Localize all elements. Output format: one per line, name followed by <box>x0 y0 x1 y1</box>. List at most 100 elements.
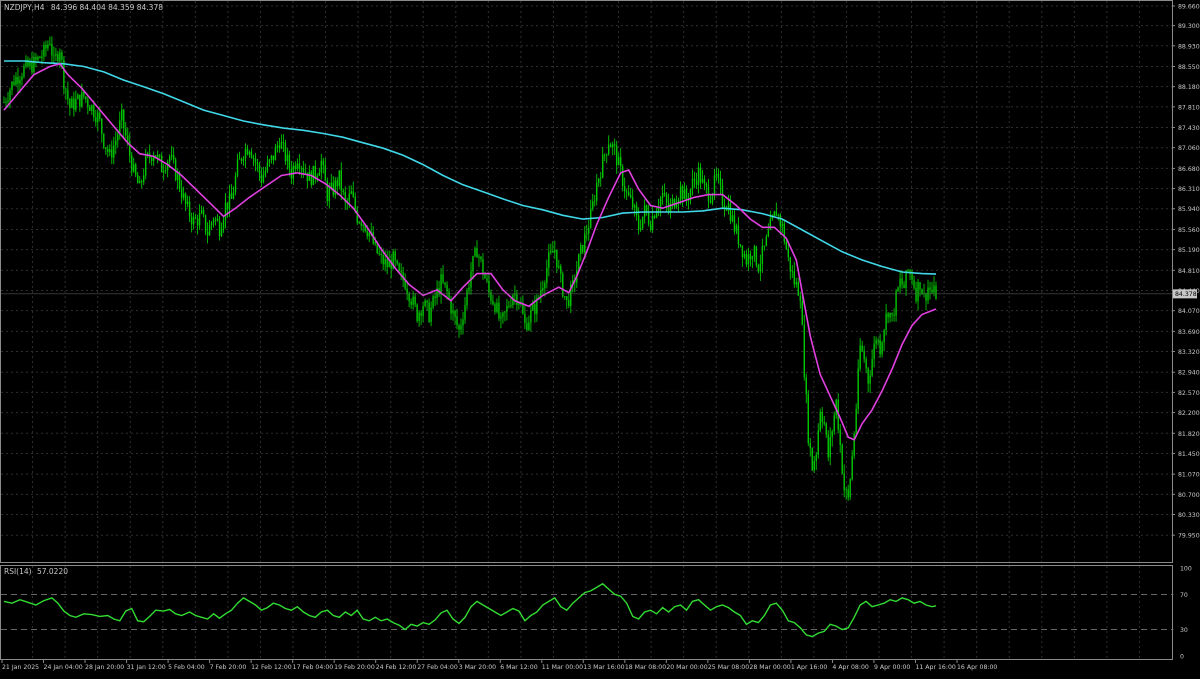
trading-chart[interactable]: 89.660 89.300 88.930 88.550 88.180 87.810 87.4… <box>0 0 1200 675</box>
time-tick-label: 7 Feb 20:00 <box>210 664 247 671</box>
candle-body <box>252 157 255 159</box>
time-tick-label: 9 Apr 00:00 <box>874 664 910 671</box>
candle-body <box>745 254 748 265</box>
candle-body <box>552 250 554 253</box>
candle-body <box>326 180 329 202</box>
candle-body <box>43 44 45 57</box>
candle-body <box>871 358 873 376</box>
candle-body <box>188 201 191 217</box>
candle-body <box>879 339 881 355</box>
candle-body <box>170 155 173 157</box>
candle-body <box>699 167 702 183</box>
candle-body <box>859 345 861 369</box>
candle-body <box>137 175 139 184</box>
time-tick-label: 12 Feb 12:00 <box>251 664 292 671</box>
candle-body <box>825 423 827 435</box>
candle-body <box>606 154 608 156</box>
candle-body <box>851 455 853 480</box>
candle-body <box>869 375 871 384</box>
candle-body <box>21 76 23 81</box>
candle-body <box>328 188 331 202</box>
candle-body <box>176 174 179 180</box>
candle-body <box>478 256 480 258</box>
candle-body <box>5 102 7 103</box>
candle-body <box>534 304 536 315</box>
candle-body <box>37 56 39 60</box>
candle-body <box>55 54 57 56</box>
candle-body <box>496 302 498 312</box>
candle-body <box>865 359 867 369</box>
candle-body <box>184 193 187 204</box>
candle-body <box>250 151 253 158</box>
price-tick-label: 85.940 <box>1178 206 1200 213</box>
price-tick-label: 85.190 <box>1178 247 1200 254</box>
time-tick-label: 3 Mar 20:00 <box>459 664 496 671</box>
candle-body <box>598 178 600 183</box>
candle-body <box>761 246 764 264</box>
candle-body <box>877 339 879 341</box>
candle-body <box>815 454 817 462</box>
candle-body <box>813 461 815 471</box>
candle-body <box>857 368 859 409</box>
candle-body <box>490 291 492 301</box>
candle-body <box>913 280 915 288</box>
time-tick-label: 24 Feb 12:00 <box>376 664 417 671</box>
candle-body <box>556 249 558 268</box>
candle-body <box>582 245 584 253</box>
rsi-header: RSI(14) 57.0220 <box>4 567 68 576</box>
candle-body <box>476 248 478 258</box>
candle-body <box>458 325 460 330</box>
price-tick-label: 85.560 <box>1178 227 1200 234</box>
candle-body <box>861 345 863 351</box>
time-tick-label: 28 Jan 20:00 <box>85 664 124 671</box>
candle-body <box>39 56 41 59</box>
candle-body <box>464 305 466 320</box>
candle-body <box>442 274 444 283</box>
candle-body <box>524 313 526 324</box>
candle-body <box>462 319 464 326</box>
candle-body <box>769 219 772 230</box>
candle-body <box>200 210 203 214</box>
candle-body <box>609 144 612 148</box>
candle-body <box>406 288 408 294</box>
price-tick-label: 88.550 <box>1178 64 1200 71</box>
candle-body <box>893 314 895 316</box>
candle-body <box>841 444 843 474</box>
candle-body <box>89 106 91 111</box>
candle-body <box>468 287 470 291</box>
candle-body <box>709 201 712 203</box>
candle-body <box>160 156 163 173</box>
candle-body <box>360 222 362 226</box>
candle-body <box>446 284 448 292</box>
candle-body <box>13 81 15 85</box>
candle-body <box>224 202 227 220</box>
time-tick-label: 1 Apr 16:00 <box>791 664 827 671</box>
candle-body <box>190 216 193 225</box>
candle-body <box>929 287 931 291</box>
candle-body <box>781 223 784 226</box>
candle-body <box>262 175 265 183</box>
candle-body <box>867 368 869 384</box>
candle-body <box>310 171 313 185</box>
candle-body <box>45 44 47 49</box>
candle-body <box>899 278 901 288</box>
candle-body <box>101 118 103 134</box>
candle-body <box>232 192 235 199</box>
candle-body <box>9 90 11 101</box>
candle-body <box>602 154 604 178</box>
candle-body <box>737 225 740 245</box>
candle-body <box>186 201 189 204</box>
candle-body <box>907 270 909 272</box>
candle-body <box>847 489 849 498</box>
candle-body <box>368 232 370 237</box>
price-tick-label: 81.820 <box>1178 431 1200 438</box>
candle-body <box>314 165 317 178</box>
candle-body <box>324 164 327 181</box>
candle-body <box>777 214 780 216</box>
candle-body <box>482 259 484 275</box>
candle-body <box>586 233 588 235</box>
candle-body <box>17 76 19 84</box>
candle-body <box>685 188 688 201</box>
price-tick-label: 88.930 <box>1178 43 1200 50</box>
price-tick-label: 81.070 <box>1178 472 1200 479</box>
